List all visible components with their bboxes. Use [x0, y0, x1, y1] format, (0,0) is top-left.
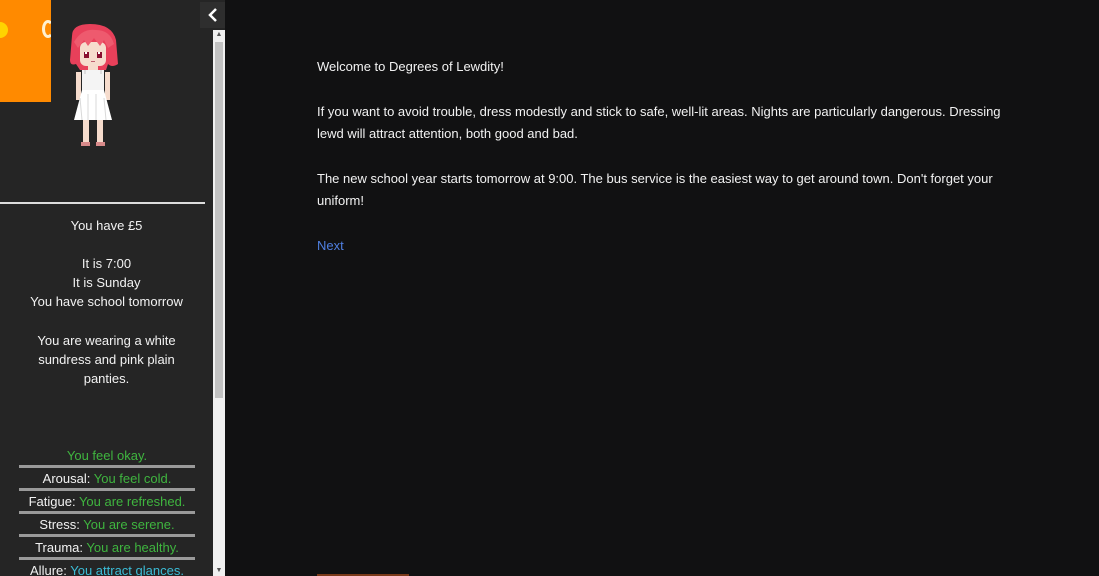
status-arousal: Arousal: You feel cold.	[19, 469, 195, 488]
status-value: You are refreshed.	[78, 494, 186, 509]
passage-content: Welcome to Degrees of Lewdity! If you wa…	[317, 56, 1007, 280]
status-value: You are serene.	[83, 517, 175, 532]
next-link[interactable]: Next	[317, 238, 344, 253]
money-display: You have £5	[70, 218, 143, 233]
status-fatigue: Fatigue: You are refreshed.	[19, 492, 195, 511]
scroll-up-arrow-icon[interactable]: ▲	[213, 30, 225, 40]
collapse-sidebar-button[interactable]	[200, 2, 225, 28]
status-trauma: Trauma: You are healthy.	[19, 538, 195, 557]
status-value: You feel cold.	[93, 471, 172, 486]
welcome-text: Welcome to Degrees of Lewdity!	[317, 59, 504, 74]
status-label: Fatigue:	[28, 494, 79, 509]
sidebar-content: You have £5 It is 7:00 It is Sunday You …	[0, 0, 213, 576]
status-label: Trauma:	[35, 540, 87, 555]
character-avatar	[70, 24, 118, 146]
scroll-down-arrow-icon[interactable]: ▼	[213, 566, 225, 576]
status-label: Stress:	[39, 517, 84, 532]
status-panel: You feel okay. Arousal: You feel cold. F…	[19, 446, 195, 576]
chevron-left-icon	[207, 8, 217, 22]
day-display: It is Sunday	[72, 275, 141, 290]
status-divider	[19, 511, 195, 514]
school-text: The new school year starts tomorrow at 9…	[317, 171, 993, 208]
scrollbar-thumb[interactable]	[215, 42, 223, 398]
sidebar-divider	[0, 202, 205, 204]
status-value: You feel okay.	[66, 448, 148, 463]
sidebar-scrollbar[interactable]: ▲ ▼	[213, 30, 225, 576]
status-health: You feel okay.	[19, 446, 195, 465]
time-info: It is 7:00 It is Sunday You have school …	[0, 254, 213, 311]
status-value: You attract glances.	[70, 563, 184, 576]
moon-icon	[42, 20, 51, 38]
status-divider	[19, 534, 195, 537]
time-display: It is 7:00	[81, 256, 132, 271]
clothing-description: You are wearing a white sundress and pin…	[37, 333, 176, 386]
status-label: Allure:	[30, 563, 71, 576]
status-divider	[19, 557, 195, 560]
status-divider	[19, 465, 195, 468]
school-reminder: You have school tomorrow	[30, 294, 183, 309]
status-label: Arousal:	[42, 471, 94, 486]
sun-icon	[0, 22, 8, 38]
sidebar: You have £5 It is 7:00 It is Sunday You …	[0, 0, 225, 576]
status-value: You are healthy.	[86, 540, 179, 555]
status-stress: Stress: You are serene.	[19, 515, 195, 534]
status-divider	[19, 488, 195, 491]
status-allure: Allure: You attract glances.	[19, 561, 195, 576]
advice-text: If you want to avoid trouble, dress mode…	[317, 104, 1001, 141]
day-night-clock-icon	[0, 0, 51, 102]
